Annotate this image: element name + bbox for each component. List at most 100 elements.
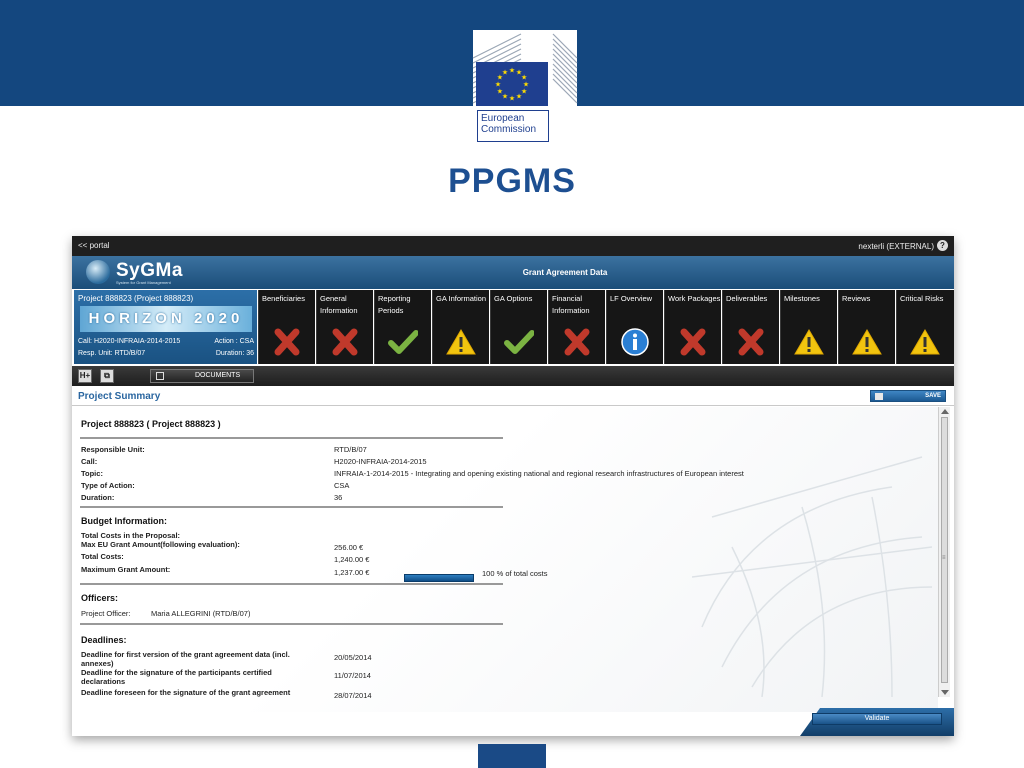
- tab-beneficiaries[interactable]: Beneficiaries: [258, 290, 315, 364]
- eu-star-icon: ★: [523, 81, 529, 89]
- expand-button[interactable]: H+: [78, 369, 92, 383]
- tab-label: Reviews: [842, 294, 871, 303]
- deadline-label-line1: Deadline for first version of the grant …: [81, 650, 290, 659]
- documents-icon: [156, 372, 164, 380]
- tab-label: Financial Information: [552, 294, 590, 315]
- tab-label: General Information: [320, 294, 358, 315]
- sygma-logo-sub: System for Grant Management: [116, 280, 171, 285]
- duration-value: 36: [334, 493, 343, 502]
- eu-star-icon: ★: [516, 93, 522, 101]
- slide-title: PPGMS: [448, 162, 576, 200]
- eu-star-icon: ★: [509, 95, 515, 103]
- tab-critical-risks[interactable]: Critical Risks: [896, 290, 954, 364]
- responsible-unit-label: Responsible Unit:: [81, 445, 145, 454]
- deadline-value: 11/07/2014: [334, 671, 371, 680]
- eu-stars-icon: ★ ★★★★★★★★★★★: [495, 67, 529, 103]
- slide-bottom-tab: [478, 744, 546, 768]
- scroll-up-icon[interactable]: [941, 409, 949, 414]
- warning-icon: [910, 328, 940, 356]
- call-value: H2020-INFRAIA-2014-2015: [334, 457, 427, 466]
- deadline-value: 20/05/2014: [334, 653, 372, 662]
- max-eu-grant-label: Max EU Grant Amount(following evaluation…: [81, 540, 240, 549]
- topic-label: Topic:: [81, 469, 103, 478]
- error-x-icon: [736, 328, 766, 356]
- eu-star-icon: ★: [497, 88, 503, 96]
- top-bar: << portal nexterli (EXTERNAL) ?: [72, 236, 954, 256]
- type-of-action-label: Type of Action:: [81, 481, 135, 490]
- check-icon: [388, 328, 419, 356]
- eu-star-icon: ★: [509, 67, 515, 75]
- max-grant-value: 1,237.00 €: [334, 568, 370, 577]
- tab-work-packages[interactable]: Work Packages: [664, 290, 721, 364]
- project-panel-title: Project 888823 (Project 888823): [78, 294, 194, 303]
- responsible-unit-value: RTD/B/07: [334, 445, 367, 454]
- deadline-label-line2: annexes): [81, 659, 114, 668]
- save-label: SAVE: [925, 393, 941, 399]
- scroll-thumb[interactable]: [941, 417, 948, 683]
- save-button[interactable]: SAVE: [870, 390, 946, 402]
- tab-lf-overview[interactable]: LF Overview: [606, 290, 663, 364]
- save-icon: [875, 393, 883, 400]
- error-x-icon: [272, 328, 302, 356]
- header-title: Grant Agreement Data: [522, 268, 608, 277]
- tab-milestones[interactable]: Milestones: [780, 290, 837, 364]
- divider: [80, 583, 503, 585]
- tab-label: Critical Risks: [900, 294, 944, 303]
- deadline-label-line2: declarations: [81, 677, 126, 686]
- project-resp-unit: Resp. Unit: RTD/B/07: [78, 350, 146, 357]
- project-duration: Duration: 36: [215, 350, 254, 357]
- deadline-value: 28/07/2014: [334, 691, 372, 700]
- portal-link[interactable]: << portal: [78, 241, 110, 250]
- tab-reviews[interactable]: Reviews: [838, 290, 895, 364]
- project-heading: Project 888823 ( Project 888823 ): [81, 419, 221, 429]
- grant-percent-text: 100 % of total costs: [482, 569, 548, 578]
- app-header: SyGMa System for Grant Management Grant …: [72, 256, 954, 289]
- documents-label: DOCUMENTS: [195, 372, 241, 379]
- horizon-2020-logo: HORIZON 2020: [80, 306, 252, 332]
- divider: [80, 506, 503, 508]
- scroll-grip-icon: ≡: [942, 555, 946, 561]
- duration-label: Duration:: [81, 493, 115, 502]
- project-officer-label: Project Officer:: [81, 609, 131, 618]
- tab-reporting-periods[interactable]: Reporting Periods: [374, 290, 431, 364]
- max-eu-grant-value: 256.00 €: [334, 543, 364, 552]
- vertical-scrollbar[interactable]: ≡: [938, 407, 950, 697]
- window-button[interactable]: ⧉: [100, 369, 114, 383]
- documents-button[interactable]: DOCUMENTS: [150, 369, 254, 383]
- tab-label: GA Options: [494, 294, 533, 303]
- user-label: nexterli (EXTERNAL): [858, 242, 934, 251]
- tab-label: Milestones: [784, 294, 820, 303]
- warning-icon: [794, 328, 824, 356]
- deadlines-heading: Deadlines:: [81, 635, 127, 645]
- ec-name: European Commission: [477, 110, 549, 142]
- tab-label: Deliverables: [726, 294, 768, 303]
- max-grant-label: Maximum Grant Amount:: [81, 565, 171, 574]
- total-costs-value: 1,240.00 €: [334, 555, 370, 564]
- project-officer-value: Maria ALLEGRINI (RTD/B/07): [151, 609, 251, 618]
- divider: [80, 437, 503, 439]
- total-costs-label: Total Costs:: [81, 552, 124, 561]
- tab-label: Work Packages: [668, 294, 721, 303]
- globe-watermark-icon: [692, 456, 932, 697]
- scroll-down-icon[interactable]: [941, 690, 949, 695]
- tab-general-information[interactable]: General Information: [316, 290, 373, 364]
- section-tabs: Beneficiaries General Information Reportin…: [258, 290, 954, 364]
- error-x-icon: [330, 328, 360, 356]
- tab-label: Reporting Periods: [378, 294, 411, 315]
- project-call-row: Call: H2020-INFRAIA-2014-2015 Action : C…: [78, 338, 254, 345]
- eu-star-icon: ★: [502, 68, 508, 76]
- tab-ga-information[interactable]: GA Information: [432, 290, 489, 364]
- deadline-label-line1: Deadline foreseen for the signature of t…: [81, 688, 291, 697]
- validate-button[interactable]: Validate: [812, 713, 942, 725]
- summary-content: Project 888823 ( Project 888823 ) Respon…: [72, 407, 938, 712]
- help-icon[interactable]: ?: [937, 240, 948, 251]
- tab-ga-options[interactable]: GA Options: [490, 290, 547, 364]
- tab-label: GA Information: [436, 294, 487, 303]
- grant-progress-bar: [404, 574, 474, 582]
- eu-star-icon: ★: [495, 81, 501, 89]
- officers-heading: Officers:: [81, 593, 119, 603]
- error-x-icon: [678, 328, 708, 356]
- tab-financial-information[interactable]: Financial Information: [548, 290, 605, 364]
- tab-deliverables[interactable]: Deliverables: [722, 290, 779, 364]
- summary-bar: Project Summary SAVE: [72, 386, 954, 406]
